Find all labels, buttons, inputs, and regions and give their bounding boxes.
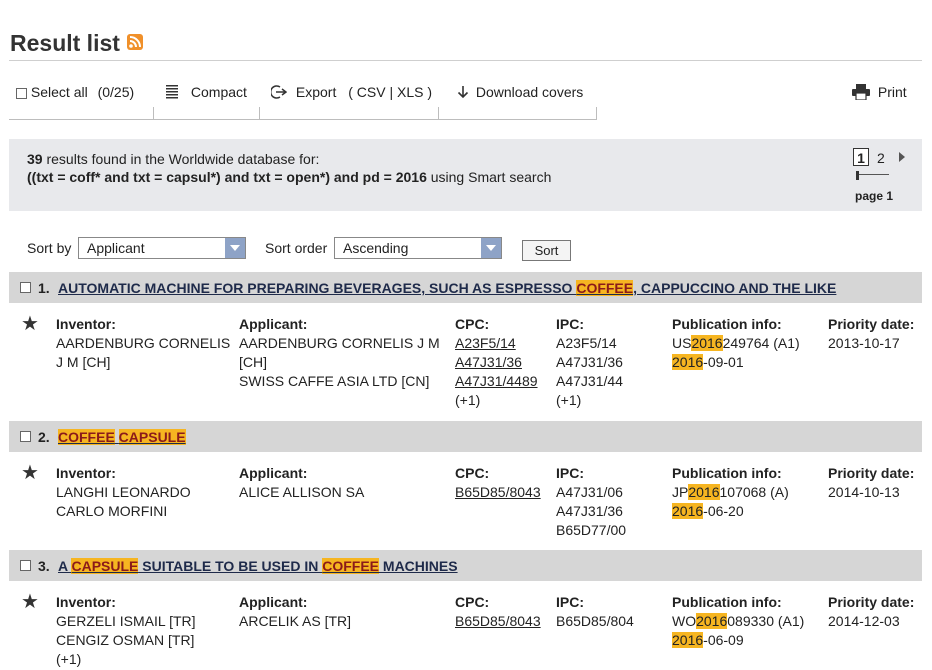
publication-info: JP2016107068 (A) 2016-06-20 xyxy=(672,484,789,519)
sort-by-select[interactable]: Applicant xyxy=(78,237,246,259)
selection-count: (0/25) xyxy=(97,84,135,100)
title-divider xyxy=(9,60,922,61)
inventor-label: Inventor: xyxy=(56,465,116,481)
page-title: Result list xyxy=(10,30,120,56)
cpc-label: CPC: xyxy=(455,594,490,610)
search-info-panel: 39 results found in the Worldwide databa… xyxy=(9,139,922,211)
export-label: Export xyxy=(295,84,337,100)
toolbar-separator xyxy=(438,107,439,119)
cpc-link[interactable]: A23F5/14 xyxy=(455,334,538,353)
inventor-list: LANGHI LEONARDO CARLO MORFINI xyxy=(56,484,191,519)
select-all-checkbox[interactable] xyxy=(16,88,27,99)
ipc-list: B65D85/804 xyxy=(556,613,634,629)
download-covers-label: Download covers xyxy=(475,84,584,100)
priority-date-label: Priority date: xyxy=(828,594,915,610)
next-page-arrow-icon[interactable] xyxy=(899,152,905,162)
inventor-list: GERZELI ISMAIL [TR] CENGIZ OSMAN [TR] (+1) xyxy=(56,613,196,667)
star-icon[interactable]: ★ xyxy=(21,589,39,614)
select-all-label: Select all xyxy=(30,84,88,100)
compact-icon xyxy=(166,85,178,102)
sort-order-label: Sort order xyxy=(265,240,328,256)
compact-button[interactable]: Compact xyxy=(166,84,247,102)
cpc-list: A23F5/14 A47J31/36 A47J31/4489 (+1) xyxy=(455,334,538,408)
toolbar-separator xyxy=(153,107,154,119)
result-header: 3. A CAPSULE SUITABLE TO BE USED IN COFF… xyxy=(9,550,922,581)
result-checkbox[interactable] xyxy=(20,560,31,571)
cpc-link[interactable]: A47J31/4489 xyxy=(455,372,538,391)
page-slider-handle[interactable] xyxy=(856,171,859,180)
page-2-link[interactable]: 2 xyxy=(877,150,885,166)
star-icon[interactable]: ★ xyxy=(21,311,39,336)
cpc-link[interactable]: B65D85/8043 xyxy=(455,612,541,631)
result-title-link[interactable]: AUTOMATIC MACHINE FOR PREPARING BEVERAGE… xyxy=(58,280,836,296)
result-header: 1. AUTOMATIC MACHINE FOR PREPARING BEVER… xyxy=(9,272,922,303)
result-title-link[interactable]: A CAPSULE SUITABLE TO BE USED IN COFFEE … xyxy=(58,558,458,574)
result-checkbox[interactable] xyxy=(20,282,31,293)
result-checkbox[interactable] xyxy=(20,431,31,442)
applicant-label: Applicant: xyxy=(239,316,308,332)
applicant-label: Applicant: xyxy=(239,594,308,610)
priority-date-label: Priority date: xyxy=(828,465,915,481)
chevron-down-icon xyxy=(225,238,245,258)
sort-by-label: Sort by xyxy=(27,240,72,256)
star-icon[interactable]: ★ xyxy=(21,460,39,485)
cpc-link[interactable]: A47J31/36 xyxy=(455,353,538,372)
applicant-list: ALICE ALLISON SA xyxy=(239,484,365,500)
results-count: 39 xyxy=(27,151,43,167)
result-number: 3. xyxy=(38,558,50,574)
publication-info: US2016249764 (A1) 2016-09-01 xyxy=(672,335,800,370)
query-text: ((txt = coff* and txt = capsul*) and txt… xyxy=(27,169,427,185)
applicant-list: ARCELIK AS [TR] xyxy=(239,613,352,629)
export-icon xyxy=(270,85,288,102)
export-formats[interactable]: ( CSV | XLS ) xyxy=(348,84,432,100)
result-number: 1. xyxy=(38,280,50,296)
toolbar-separator xyxy=(596,107,597,119)
select-all-control[interactable]: Select all (0/25) xyxy=(16,84,134,100)
toolbar-underline xyxy=(9,119,597,120)
sort-order-select[interactable]: Ascending xyxy=(334,237,502,259)
export-control[interactable]: Export ( CSV | XLS ) xyxy=(270,84,432,102)
applicant-label: Applicant: xyxy=(239,465,308,481)
sort-button[interactable]: Sort xyxy=(522,240,571,261)
cpc-label: CPC: xyxy=(455,465,490,481)
ipc-list: A23F5/14 A47J31/36 A47J31/44 (+1) xyxy=(556,335,623,408)
toolbar-separator xyxy=(259,107,260,119)
printer-icon xyxy=(852,84,870,103)
query-line: ((txt = coff* and txt = capsul*) and txt… xyxy=(27,169,552,185)
cpc-label: CPC: xyxy=(455,316,490,332)
result-title-link[interactable]: COFFEE CAPSULE xyxy=(58,429,186,445)
inventor-label: Inventor: xyxy=(56,594,116,610)
priority-date: 2013-10-17 xyxy=(828,335,900,351)
publication-info-label: Publication info: xyxy=(672,316,782,332)
page-label: page 1 xyxy=(855,189,894,203)
cpc-list: B65D85/8043 xyxy=(455,483,541,502)
applicant-list: AARDENBURG CORNELIS J M [CH] SWISS CAFFE A… xyxy=(239,335,440,389)
rss-icon[interactable] xyxy=(127,34,143,50)
result-header: 2. COFFEE CAPSULE xyxy=(9,421,922,452)
download-covers-button[interactable]: Download covers xyxy=(457,84,583,102)
cpc-list: B65D85/8043 xyxy=(455,612,541,631)
inventor-label: Inventor: xyxy=(56,316,116,332)
cpc-link[interactable]: B65D85/8043 xyxy=(455,483,541,502)
ipc-list: A47J31/06 A47J31/36 B65D77/00 xyxy=(556,484,627,538)
print-button[interactable]: Print xyxy=(852,84,907,103)
print-label: Print xyxy=(877,84,907,100)
priority-date: 2014-10-13 xyxy=(828,484,900,500)
priority-date: 2014-12-03 xyxy=(828,613,900,629)
publication-info: WO2016089330 (A1) 2016-06-09 xyxy=(672,613,805,648)
ipc-label: IPC: xyxy=(556,316,584,332)
publication-info-label: Publication info: xyxy=(672,594,782,610)
ipc-label: IPC: xyxy=(556,465,584,481)
page-slider-track[interactable] xyxy=(857,174,889,175)
results-count-line: 39 results found in the Worldwide databa… xyxy=(27,151,320,167)
inventor-list: AARDENBURG CORNELIS J M [CH] xyxy=(56,335,231,370)
ipc-label: IPC: xyxy=(556,594,584,610)
result-number: 2. xyxy=(38,429,50,445)
download-arrow-icon xyxy=(457,85,469,102)
publication-info-label: Publication info: xyxy=(672,465,782,481)
chevron-down-icon xyxy=(481,238,501,258)
page-1-button[interactable]: 1 xyxy=(853,148,869,166)
compact-label: Compact xyxy=(190,84,247,100)
priority-date-label: Priority date: xyxy=(828,316,915,332)
